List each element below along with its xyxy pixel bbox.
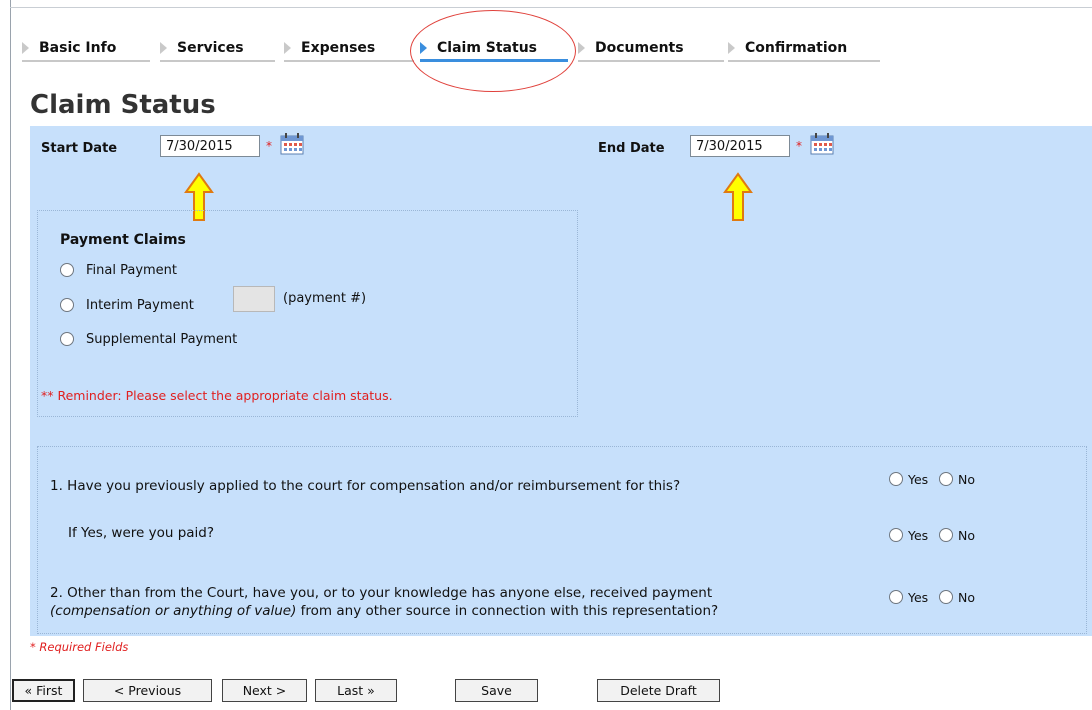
chevron-right-icon [728, 42, 735, 54]
yes-label: Yes [908, 528, 929, 543]
last-button[interactable]: Last » [315, 679, 397, 702]
chevron-right-icon [22, 42, 29, 54]
calendar-icon[interactable] [810, 133, 834, 155]
calendar-icon[interactable] [280, 133, 304, 155]
q1-no-radio[interactable] [939, 472, 953, 486]
reminder-text: ** Reminder: Please select the appropria… [41, 388, 393, 403]
final-payment-radio[interactable] [60, 263, 74, 277]
next-button[interactable]: Next > [222, 679, 307, 702]
tab-label: Expenses [301, 40, 376, 56]
no-label: No [958, 472, 975, 487]
final-payment-label: Final Payment [86, 263, 178, 278]
question-2-italic: (compensation or anything of value) [50, 603, 297, 619]
annotation-ellipse [410, 10, 576, 92]
payment-number-label: (payment #) [283, 291, 367, 306]
chevron-right-icon [578, 42, 585, 54]
tab-basic-info[interactable]: Basic Info [22, 36, 150, 62]
q1b-yes-radio[interactable] [889, 528, 903, 542]
end-date-input[interactable] [690, 135, 790, 157]
payment-claims-title: Payment Claims [60, 232, 186, 248]
tab-label: Basic Info [39, 40, 117, 56]
q2-no-radio[interactable] [939, 590, 953, 604]
question-2-line2: from any other source in connection with… [296, 603, 719, 619]
payment-number-input[interactable] [233, 286, 275, 312]
previous-button[interactable]: < Previous [83, 679, 212, 702]
tab-label: Documents [595, 40, 684, 56]
yes-label: Yes [908, 472, 929, 487]
supplemental-payment-radio[interactable] [60, 332, 74, 346]
interim-payment-radio[interactable] [60, 298, 74, 312]
interim-payment-label: Interim Payment [86, 298, 194, 313]
start-date-input[interactable] [160, 135, 260, 157]
tab-label: Services [177, 40, 244, 56]
no-label: No [958, 528, 975, 543]
tab-documents[interactable]: Documents [578, 36, 724, 62]
q2-yes-radio[interactable] [889, 590, 903, 604]
no-label: No [958, 590, 975, 605]
yes-label: Yes [908, 590, 929, 605]
tab-confirmation[interactable]: Confirmation [728, 36, 880, 62]
page-title: Claim Status [30, 90, 216, 120]
end-date-label: End Date [598, 141, 665, 156]
top-divider [10, 7, 1092, 8]
claim-status-panel: Start Date * End Date * Payment Claims F… [30, 126, 1092, 636]
question-2-line1: 2. Other than from the Court, have you, … [50, 585, 713, 601]
up-arrow-icon [723, 172, 753, 221]
supplemental-payment-label: Supplemental Payment [86, 332, 238, 347]
save-button[interactable]: Save [455, 679, 538, 702]
tab-services[interactable]: Services [160, 36, 275, 62]
required-fields-note: * Required Fields [30, 640, 129, 654]
question-1b: If Yes, were you paid? [68, 525, 215, 541]
required-marker: * [266, 139, 272, 153]
q1-yes-radio[interactable] [889, 472, 903, 486]
question-1: 1. Have you previously applied to the co… [50, 478, 681, 494]
required-marker: * [796, 139, 802, 153]
tab-label: Confirmation [745, 40, 848, 56]
start-date-label: Start Date [41, 141, 118, 156]
chevron-right-icon [284, 42, 291, 54]
q1b-no-radio[interactable] [939, 528, 953, 542]
tab-expenses[interactable]: Expenses [284, 36, 414, 62]
question-2: 2. Other than from the Court, have you, … [50, 584, 880, 620]
first-button[interactable]: « First [12, 679, 75, 702]
delete-draft-button[interactable]: Delete Draft [597, 679, 720, 702]
chevron-right-icon [160, 42, 167, 54]
